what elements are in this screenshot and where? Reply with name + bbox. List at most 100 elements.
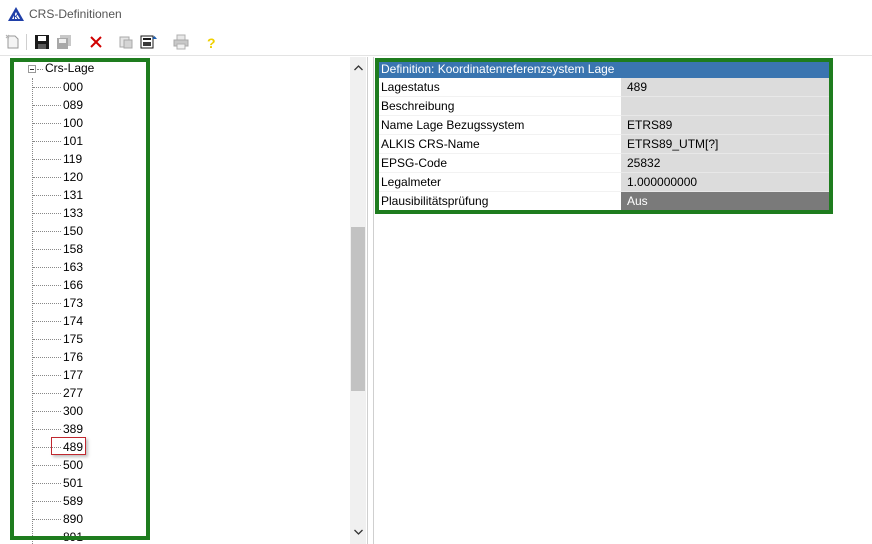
help-button[interactable]: ? [202,33,220,51]
properties-icon [140,35,157,49]
print-icon [173,34,189,50]
toolbar: ? [0,29,872,56]
tree-item-150[interactable]: 150 [33,222,153,240]
tree-item-label: 163 [63,260,84,274]
tree-item-589[interactable]: 589 [33,492,153,510]
tree-item-120[interactable]: 120 [33,168,153,186]
tree-item-label: 100 [63,116,84,130]
tree-item-label: 175 [63,332,84,346]
tree-item-158[interactable]: 158 [33,240,153,258]
tree-item-089[interactable]: 089 [33,96,153,114]
property-row[interactable]: Plausibilitätsprüfung Aus [377,192,829,211]
tree-item-489[interactable]: 489 [33,437,153,456]
tree-item-label: 890 [63,512,84,526]
property-value[interactable] [621,97,829,116]
tree-item-166[interactable]: 166 [33,276,153,294]
tree-item-177[interactable]: 177 [33,366,153,384]
scroll-down-button[interactable] [350,524,366,540]
property-row[interactable]: Beschreibung [377,97,829,116]
tree-item-label: 120 [63,170,84,184]
property-value[interactable]: 25832 [621,154,829,173]
chevron-down-icon [353,529,363,535]
property-row[interactable]: Lagestatus 489 [377,78,829,97]
tree-connector [33,411,61,412]
property-grid-header: Definition: Koordinatenreferenzsystem La… [377,60,829,78]
tree-item-389[interactable]: 389 [33,420,153,438]
toolbar-separator [26,34,27,50]
collapse-toggle-icon[interactable] [28,65,36,73]
tree-item-163[interactable]: 163 [33,258,153,276]
tree-connector [33,285,61,286]
property-key: Beschreibung [377,97,621,116]
property-value[interactable]: Aus [621,192,829,211]
tree-item-101[interactable]: 101 [33,132,153,150]
delete-icon [90,36,102,48]
tree-item-277[interactable]: 277 [33,384,153,402]
tree-item-label: 389 [63,422,84,436]
tree-item-label: 131 [63,188,84,202]
tree-item-100[interactable]: 100 [33,114,153,132]
tree-item-174[interactable]: 174 [33,312,153,330]
tree-item-label: 173 [63,296,84,310]
property-row[interactable]: Legalmeter 1.000000000 [377,173,829,192]
save-button[interactable] [33,33,51,51]
tree-item-000[interactable]: 000 [33,78,153,96]
copy-disabled-icon [119,36,133,49]
tree-connector [33,537,61,538]
property-value[interactable]: 1.000000000 [621,173,829,192]
tree-item-175[interactable]: 175 [33,330,153,348]
tree-item-133[interactable]: 133 [33,204,153,222]
tree-item-label: 119 [63,152,83,166]
tree-item-label: 174 [63,314,84,328]
tree-item-890[interactable]: 890 [33,510,153,528]
copy-button[interactable] [117,33,135,51]
tree-connector [33,483,61,484]
svg-text:K: K [14,14,19,21]
tree-connector [33,375,61,376]
property-value[interactable]: ETRS89 [621,116,829,135]
tree-item-119[interactable]: 119 [33,150,153,168]
tree-connector [33,231,61,232]
delete-button[interactable] [87,33,105,51]
scroll-thumb[interactable] [351,227,365,391]
print-button[interactable] [172,33,190,51]
app-logo-icon: K [8,7,24,21]
property-row[interactable]: Name Lage Bezugssystem ETRS89 [377,116,829,135]
tree-connector [33,519,61,520]
tree-connector [33,393,61,394]
tree-item-501[interactable]: 501 [33,474,153,492]
tree-connector [33,213,61,214]
tree-item-label: 176 [63,350,84,364]
crs-tree-panel[interactable]: Crs-Lage 000 089 100 101 119 120 131 133 150 158 1… [0,57,368,544]
property-row[interactable]: ALKIS CRS-Name ETRS89_UTM[?] [377,135,829,154]
save-all-button[interactable] [55,33,73,51]
tree-item-label: 589 [63,494,84,508]
tree-item-label: 166 [63,278,84,292]
tree-scrollbar[interactable] [350,57,366,544]
tree-connector [33,123,61,124]
new-document-button[interactable] [4,33,22,51]
svg-text:?: ? [207,35,216,50]
tree-connector [33,141,61,142]
tree-item-label: 489 [63,440,84,454]
tree-item-300[interactable]: 300 [33,402,153,420]
property-key: EPSG-Code [377,154,621,173]
tree-item-label: 300 [63,404,84,418]
tree-connector [33,339,61,340]
tree-item-label: 501 [63,476,84,490]
property-value[interactable]: ETRS89_UTM[?] [621,135,829,154]
property-key: ALKIS CRS-Name [377,135,621,154]
property-value[interactable]: 489 [621,78,829,97]
property-key: Plausibilitätsprüfung [377,192,621,211]
properties-button[interactable] [140,33,158,51]
tree-item-131[interactable]: 131 [33,186,153,204]
tree-item-173[interactable]: 173 [33,294,153,312]
tree-item-891[interactable]: 891 [33,528,153,544]
chevron-up-icon [353,65,363,71]
tree-item-label: 500 [63,458,84,472]
tree-item-label: 158 [63,242,84,256]
tree-item-500[interactable]: 500 [33,456,153,474]
property-row[interactable]: EPSG-Code 25832 [377,154,829,173]
tree-item-176[interactable]: 176 [33,348,153,366]
scroll-up-button[interactable] [350,60,366,76]
